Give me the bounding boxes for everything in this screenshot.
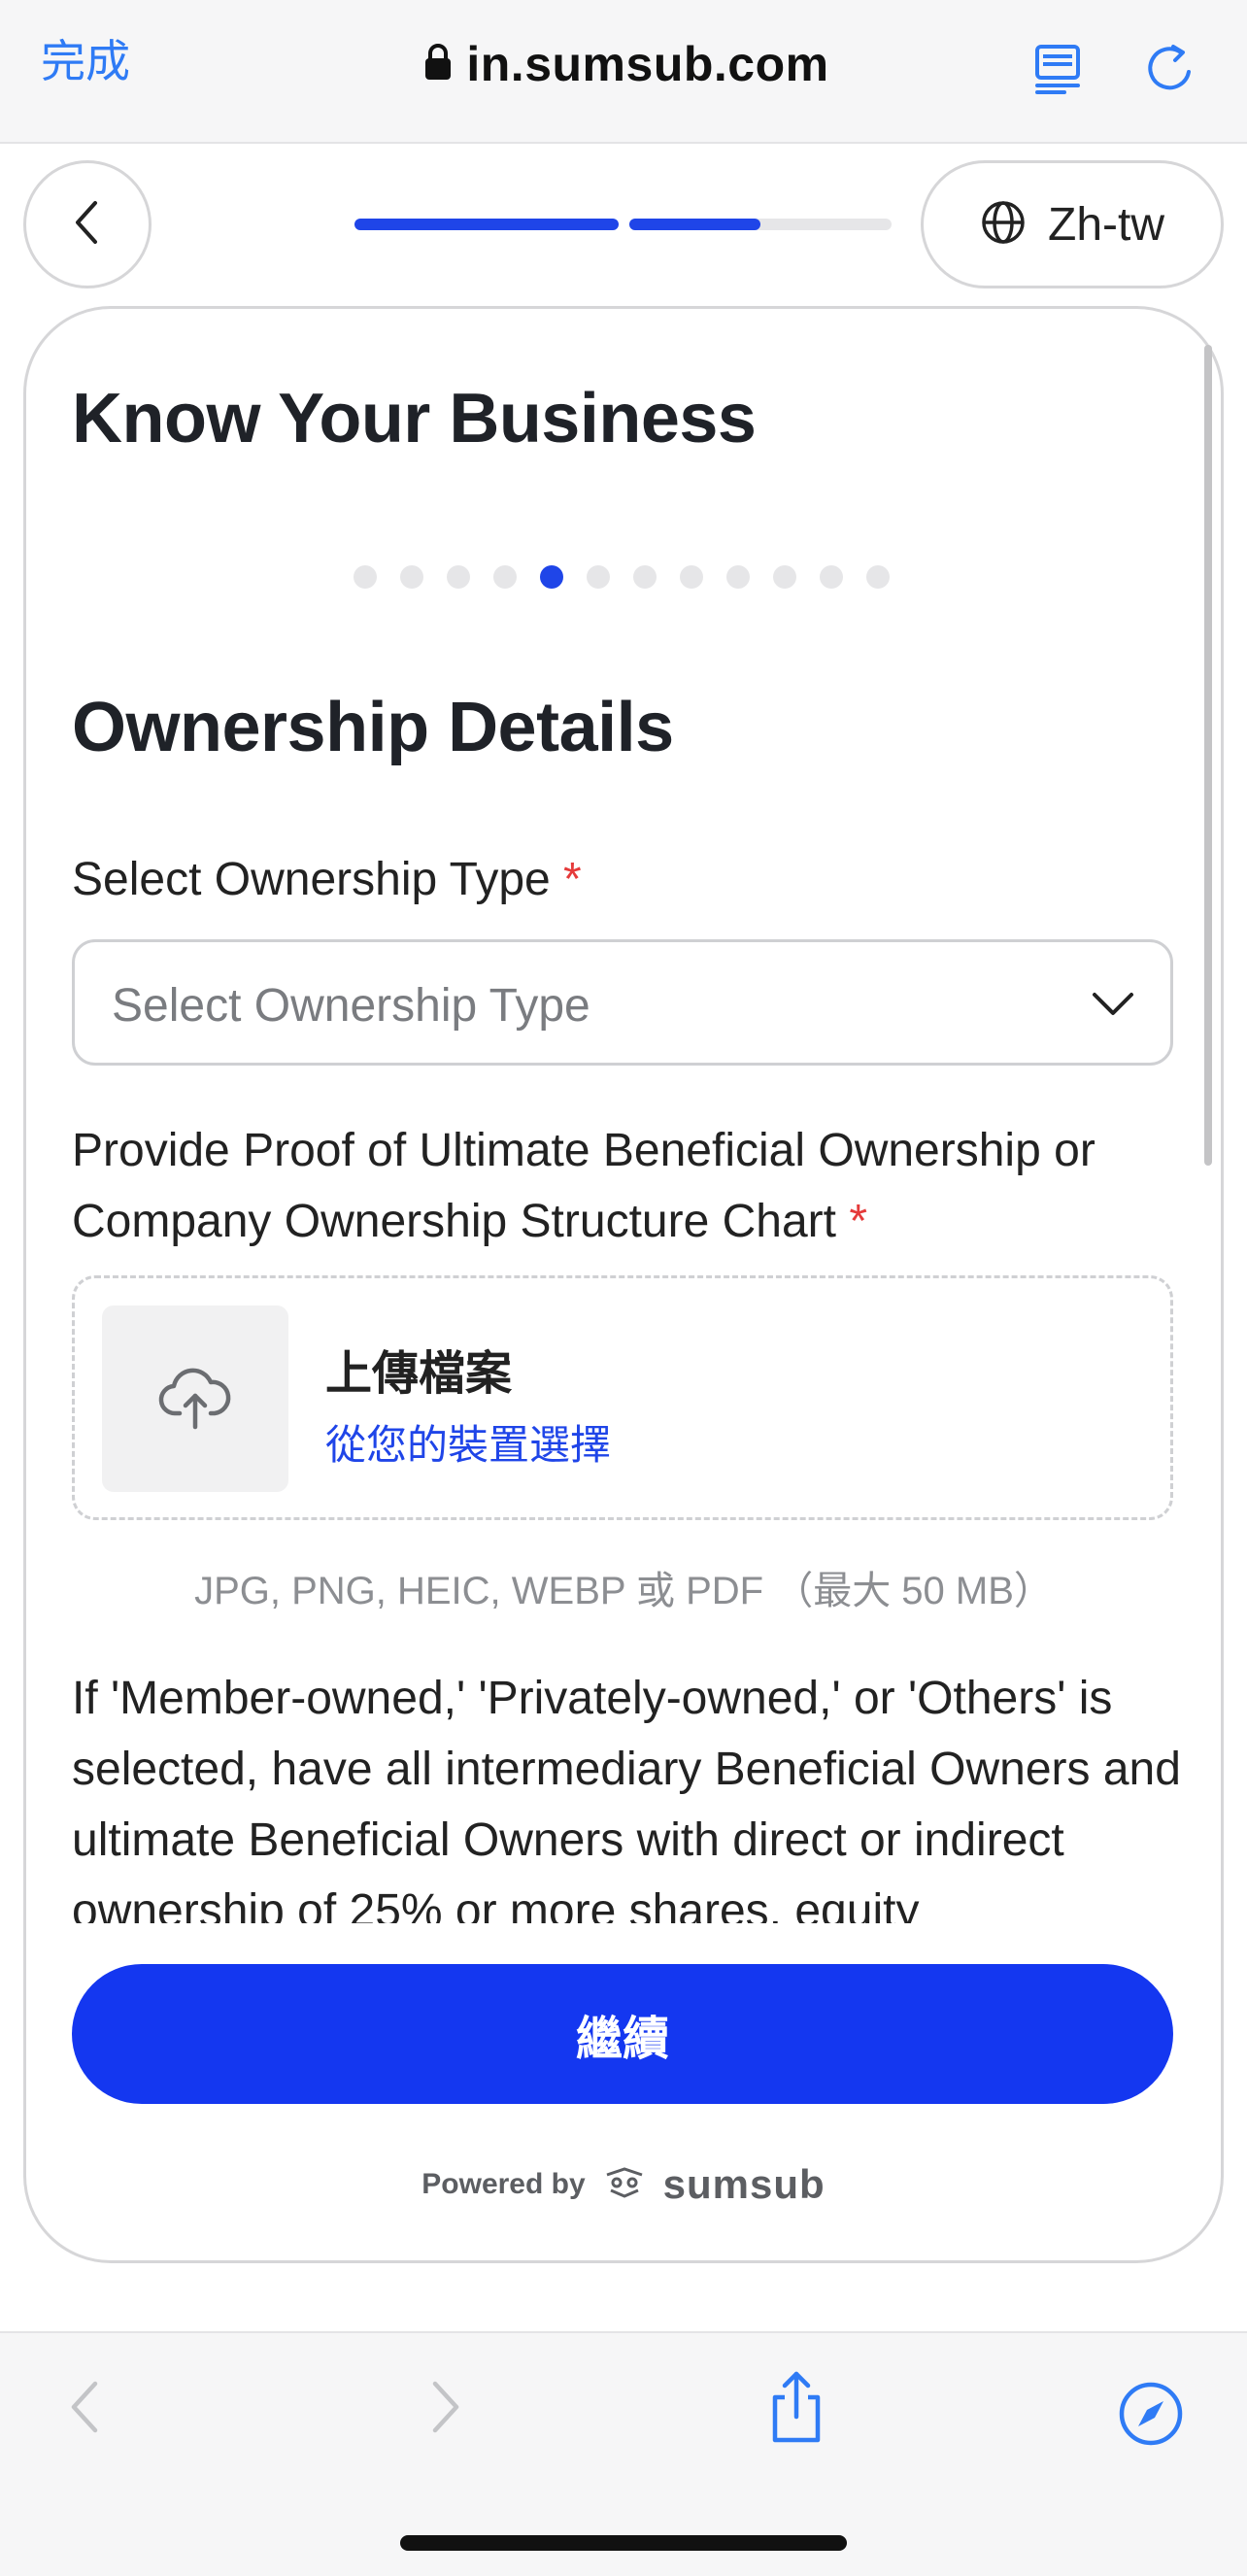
progress-segment-1 xyxy=(354,219,619,230)
step-dot xyxy=(680,565,703,589)
cloud-upload-icon xyxy=(158,1363,232,1436)
ownership-type-label-text: Select Ownership Type xyxy=(72,854,551,905)
step-dot xyxy=(773,565,796,589)
compass-icon[interactable] xyxy=(1117,2380,1185,2453)
back-button[interactable] xyxy=(23,160,152,288)
upload-title: 上傳檔案 xyxy=(325,1348,513,1400)
url-text: in.sumsub.com xyxy=(466,37,829,91)
chevron-left-icon xyxy=(68,197,107,253)
powered-by: Powered by sumsub xyxy=(0,2161,1247,2208)
required-mark: * xyxy=(849,1196,868,1247)
step-dot xyxy=(447,565,470,589)
ownership-type-label: Select Ownership Type * xyxy=(72,853,582,906)
reload-icon[interactable] xyxy=(1142,39,1200,97)
powered-by-text: Powered by xyxy=(421,2168,586,2200)
ownership-note: If 'Member-owned,' 'Privately-owned,' or… xyxy=(72,1673,1181,1923)
step-dot xyxy=(400,565,423,589)
step-dot xyxy=(354,565,377,589)
step-dot-current xyxy=(540,565,563,589)
required-mark: * xyxy=(563,854,582,905)
step-dot xyxy=(587,565,610,589)
reader-icon[interactable] xyxy=(1029,39,1088,97)
continue-button[interactable]: 繼續 xyxy=(72,1964,1173,2104)
ownership-type-select[interactable]: Select Ownership Type xyxy=(72,939,1173,1066)
home-indicator[interactable] xyxy=(400,2535,847,2551)
share-icon[interactable] xyxy=(765,2370,827,2449)
step-dot xyxy=(866,565,890,589)
lock-icon xyxy=(423,43,453,86)
progress-segment-2-fill xyxy=(629,219,760,230)
step-dot xyxy=(633,565,657,589)
step-dot xyxy=(820,565,843,589)
language-button[interactable]: Zh-tw xyxy=(921,160,1224,288)
file-upload-dropzone[interactable]: 上傳檔案 從您的裝置選擇 xyxy=(72,1275,1173,1520)
choose-from-device-link[interactable]: 從您的裝置選擇 xyxy=(325,1412,611,1472)
page-title: Know Your Business xyxy=(72,380,757,458)
ownership-type-placeholder: Select Ownership Type xyxy=(112,980,590,1032)
chevron-right-icon[interactable] xyxy=(421,2376,468,2443)
globe-icon xyxy=(980,199,1027,251)
chevron-down-icon xyxy=(1091,985,1135,1029)
brand-name: sumsub xyxy=(662,2161,826,2207)
address-bar[interactable]: in.sumsub.com xyxy=(418,35,835,93)
progress-segment-2 xyxy=(629,219,892,230)
chevron-left-icon[interactable] xyxy=(62,2376,109,2443)
section-title: Ownership Details xyxy=(72,689,674,766)
sumsub-logo-icon xyxy=(601,2165,648,2205)
scrollbar[interactable] xyxy=(1204,345,1212,1166)
continue-label: 繼續 xyxy=(575,2014,669,2065)
proof-label: Provide Proof of Ultimate Beneficial Own… xyxy=(72,1115,1189,1257)
language-label: Zh-tw xyxy=(1048,198,1164,251)
browser-top-bar: 完成 in.sumsub.com xyxy=(0,0,1247,144)
step-dot xyxy=(726,565,750,589)
step-dot xyxy=(493,565,517,589)
proof-label-text: Provide Proof of Ultimate Beneficial Own… xyxy=(72,1125,1095,1247)
accepted-formats: JPG, PNG, HEIC, WEBP 或 PDF （最大 50 MB） xyxy=(194,1570,1053,1612)
done-button[interactable]: 完成 xyxy=(41,39,130,84)
upload-thumbnail xyxy=(102,1305,288,1492)
step-indicator xyxy=(354,565,890,589)
